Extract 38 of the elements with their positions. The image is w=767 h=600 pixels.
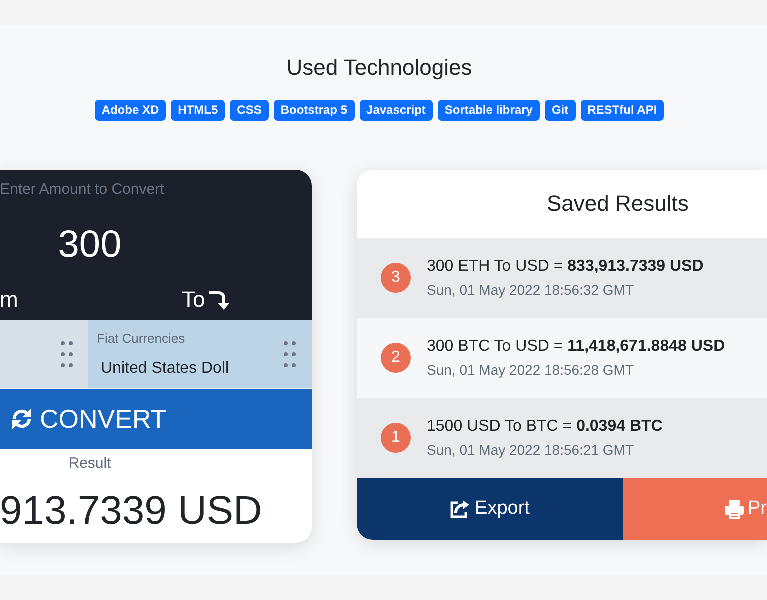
drag-handle-icon: [61, 340, 73, 368]
technology-badge: Git: [544, 100, 576, 121]
technology-badge: HTML5: [171, 100, 226, 121]
technology-badge: CSS: [230, 100, 269, 121]
sync-icon: [10, 406, 34, 432]
result-label: Result: [68, 454, 112, 474]
timestamp: Sun, 01 May 2022 18:56:32 GMT: [427, 281, 634, 299]
technology-badge: Sortable library: [438, 100, 540, 121]
result-value: 913.7339 USD: [0, 489, 262, 533]
from-currency-select[interactable]: [0, 320, 88, 388]
to-currency-select[interactable]: Fiat Currencies United States Doll: [88, 320, 312, 388]
saved-results-title: Saved Results: [547, 190, 689, 218]
technology-badge: Adobe XD: [94, 100, 166, 121]
export-button[interactable]: Export: [357, 478, 623, 540]
drag-handle-icon: [284, 340, 296, 368]
section-title: Used Technologies: [286, 54, 472, 82]
timestamp: Sun, 01 May 2022 18:56:21 GMT: [427, 441, 634, 459]
conversion-text: 300 ETH To USD = 833,913.7339 USD: [427, 257, 704, 277]
turn-down-arrow-icon: [207, 289, 232, 311]
technology-badge: RESTful API: [580, 100, 664, 121]
convert-button[interactable]: CONVERT: [0, 389, 312, 449]
technology-badge: Javascript: [360, 100, 433, 121]
number-badge: 2: [381, 343, 411, 373]
number-badge: 1: [381, 423, 411, 453]
export-icon: [450, 499, 470, 519]
conversion-text: 300 BTC To USD = 11,418,671.8848 USD: [427, 337, 726, 357]
timestamp: Sun, 01 May 2022 18:56:28 GMT: [427, 361, 634, 379]
select-value: United States Doll: [101, 358, 230, 378]
amount-input[interactable]: 300: [0, 210, 180, 280]
conversion-text: 1500 USD To BTC = 0.0394 BTC: [427, 417, 663, 437]
amount-field[interactable]: Enter Amount to Convert 300: [0, 170, 312, 280]
from-label: m: [0, 286, 18, 312]
number-badge: 3: [381, 263, 411, 293]
printer-icon: [724, 498, 745, 520]
select-label: Fiat Currencies: [97, 330, 186, 348]
amount-label: Enter Amount to Convert: [0, 180, 164, 200]
technology-badge: Bootstrap 5: [274, 100, 355, 121]
to-label: To: [182, 286, 206, 314]
